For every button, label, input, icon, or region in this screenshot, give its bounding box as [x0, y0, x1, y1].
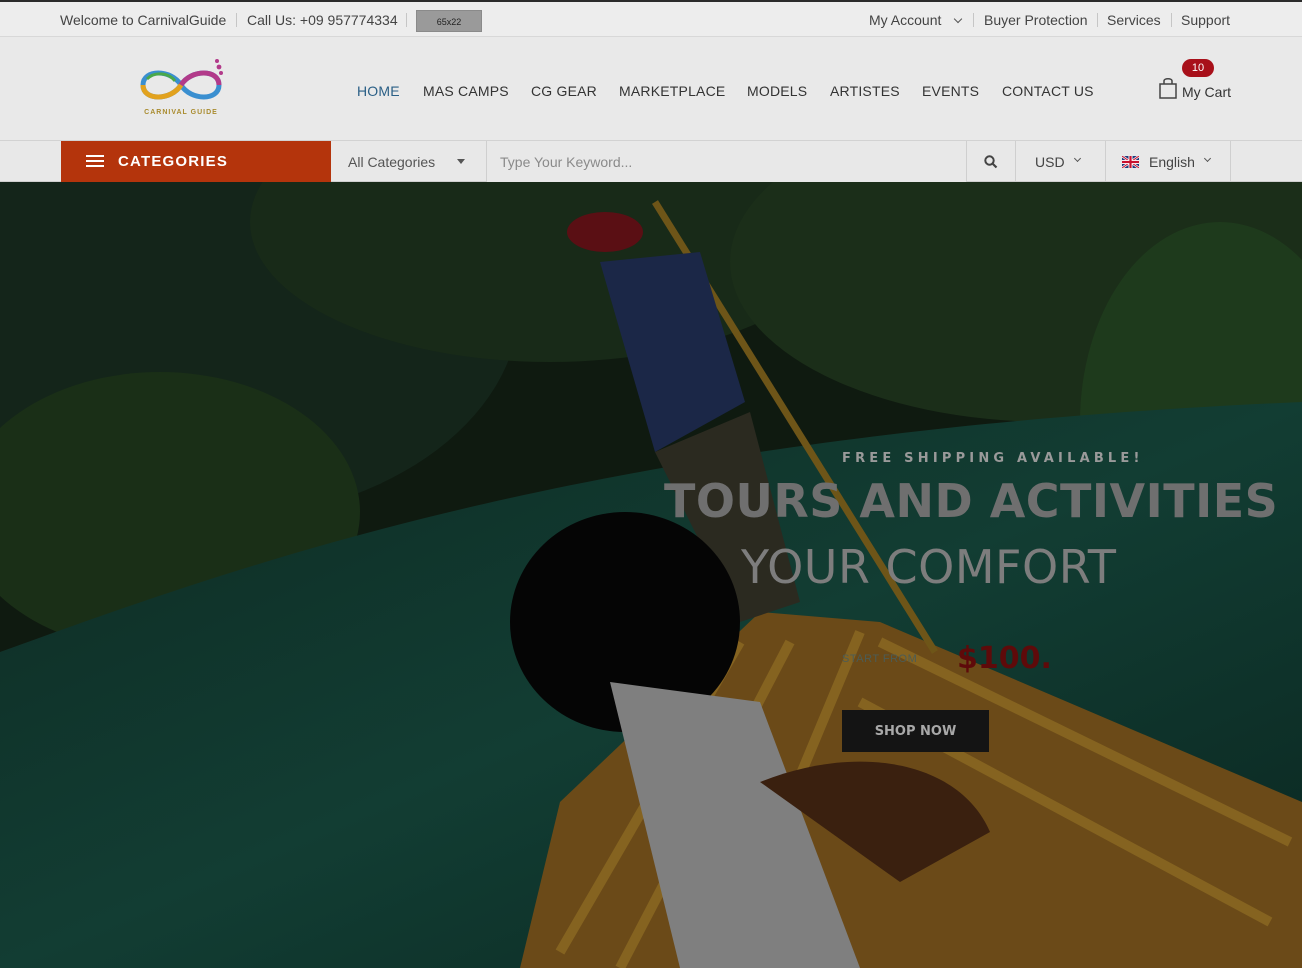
- hero-price: $100.: [957, 641, 1052, 676]
- divider: [973, 13, 974, 27]
- hero-headline: TOURS AND ACTIVITIES: [664, 474, 1279, 528]
- hero-banner: FREE SHIPPING AVAILABLE! TOURS AND ACTIV…: [0, 182, 1302, 968]
- category-select-value: All Categories: [348, 154, 436, 170]
- search-bar: CATEGORIES All Categories USD English: [0, 141, 1302, 182]
- welcome-text: Welcome to CarnivalGuide: [60, 12, 227, 28]
- divider: [1171, 13, 1172, 27]
- cart-count-badge: 10: [1182, 59, 1214, 77]
- nav-events[interactable]: EVENTS: [922, 83, 979, 99]
- search-button[interactable]: [966, 141, 1016, 182]
- currency-value: USD: [1035, 154, 1065, 170]
- nav-models[interactable]: MODELS: [747, 83, 807, 99]
- chevron-down-icon[interactable]: [953, 14, 963, 24]
- menu-icon[interactable]: [86, 155, 104, 167]
- buyer-protection-link[interactable]: Buyer Protection: [984, 12, 1088, 28]
- nav-cg-gear[interactable]: CG GEAR: [531, 83, 597, 99]
- hero-subline: YOUR COMFORT: [741, 540, 1117, 594]
- top-bar: Welcome to CarnivalGuide Call Us: +09 95…: [0, 0, 1302, 37]
- support-link[interactable]: Support: [1181, 12, 1230, 28]
- uk-flag-icon: [1122, 156, 1139, 168]
- nav-artistes[interactable]: ARTISTES: [830, 83, 900, 99]
- shop-now-button[interactable]: SHOP NOW: [842, 710, 989, 752]
- search-icon: [984, 155, 998, 169]
- nav-contact-us[interactable]: CONTACT US: [1002, 83, 1094, 99]
- language-value: English: [1149, 154, 1195, 170]
- divider: [1097, 13, 1098, 27]
- caret-down-icon: [457, 159, 465, 164]
- divider: [236, 13, 237, 27]
- chevron-down-icon: [1203, 154, 1212, 163]
- nav-home[interactable]: HOME: [357, 83, 400, 99]
- nav-mas-camps[interactable]: MAS CAMPS: [423, 83, 509, 99]
- hero-kicker: FREE SHIPPING AVAILABLE!: [842, 451, 1144, 466]
- my-cart-link[interactable]: My Cart: [1182, 84, 1231, 100]
- start-from-label: START FROM: [842, 653, 918, 665]
- phone-text: Call Us: +09 957774334: [247, 12, 398, 28]
- nav-marketplace[interactable]: MARKETPLACE: [619, 83, 725, 99]
- category-select[interactable]: All Categories: [331, 141, 487, 182]
- placeholder-badge: 65x22: [416, 10, 482, 32]
- cart-icon[interactable]: [1158, 77, 1178, 99]
- categories-button[interactable]: CATEGORIES: [61, 141, 331, 182]
- my-account-link[interactable]: My Account: [869, 12, 941, 28]
- currency-select[interactable]: USD: [1016, 141, 1106, 182]
- categories-label: CATEGORIES: [118, 153, 229, 170]
- language-select[interactable]: English: [1106, 141, 1231, 182]
- main-header: CARNIVAL GUIDE HOME MAS CAMPS CG GEAR MA…: [0, 37, 1302, 141]
- divider: [406, 13, 407, 27]
- services-link[interactable]: Services: [1107, 12, 1161, 28]
- chevron-down-icon: [1073, 154, 1082, 163]
- search-input[interactable]: [487, 141, 967, 182]
- logo-text: CARNIVAL GUIDE: [144, 109, 218, 116]
